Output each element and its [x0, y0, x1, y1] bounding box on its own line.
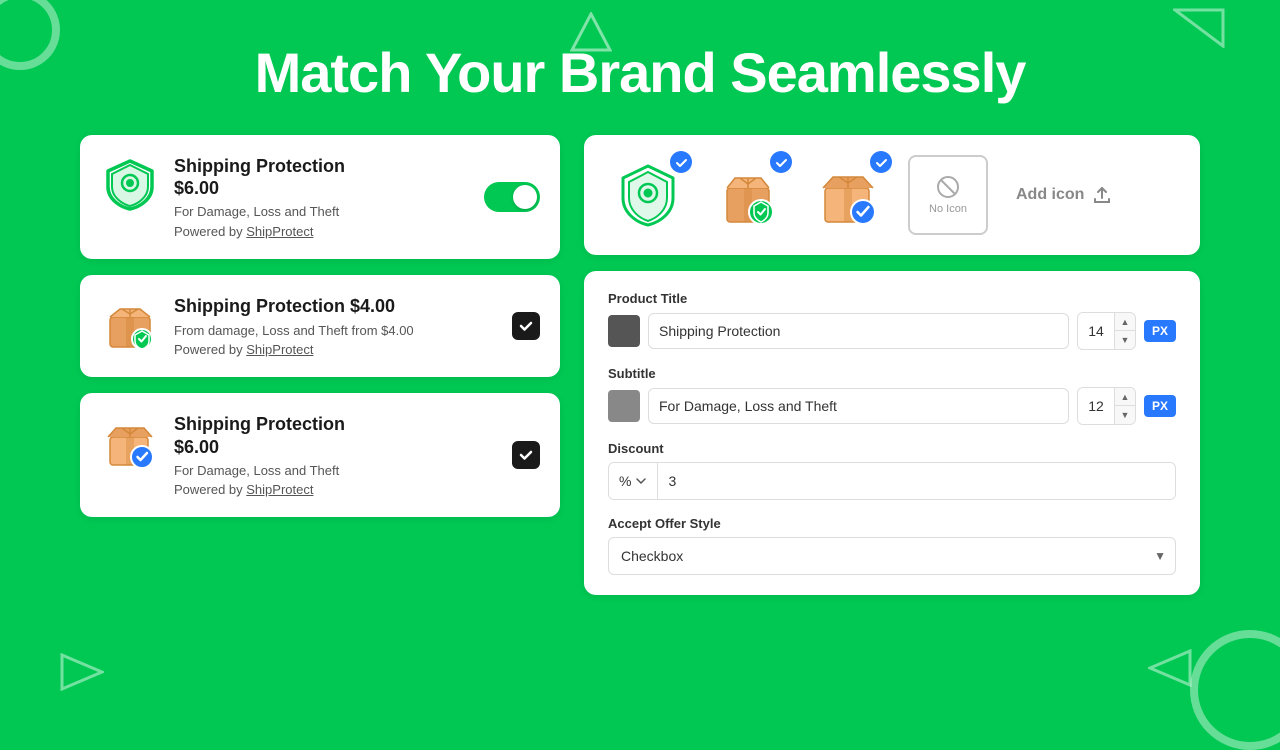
box-shield-option-icon — [713, 160, 783, 230]
no-icon-option[interactable]: No Icon — [908, 155, 988, 235]
accept-offer-select-wrap: Checkbox Toggle Button ▼ — [608, 537, 1176, 575]
card-text: Shipping Protection $6.00 For Damage, Lo… — [174, 155, 470, 239]
accept-offer-field-group: Accept Offer Style Checkbox Toggle Butto… — [608, 516, 1176, 575]
discount-prefix-text: % — [619, 473, 631, 489]
shipprotect-link-3[interactable]: ShipProtect — [246, 482, 313, 497]
right-column: No Icon Add icon Product Title — [584, 135, 1200, 595]
no-icon-symbol — [936, 175, 960, 199]
card-subtitle-3: For Damage, Loss and Theft — [174, 462, 498, 480]
product-title-field-group: Product Title ▲ ▼ PX — [608, 291, 1176, 350]
subtitle-size-wrap: ▲ ▼ — [1077, 387, 1136, 425]
shipprotect-link-1[interactable]: ShipProtect — [246, 224, 313, 239]
product-title-size-wrap: ▲ ▼ — [1077, 312, 1136, 350]
subtitle-size-down[interactable]: ▼ — [1115, 406, 1135, 424]
card-text-3: Shipping Protection $6.00 For Damage, Lo… — [174, 413, 498, 497]
settings-card: Product Title ▲ ▼ PX Subtitle — [584, 271, 1200, 595]
card-powered-2: Powered by ShipProtect — [174, 342, 498, 357]
icon-option-shield[interactable] — [608, 155, 688, 235]
icon-selected-badge-3 — [870, 151, 892, 173]
card-checkbox-1[interactable] — [512, 312, 540, 340]
deco-triangle-bottom-right — [1148, 649, 1192, 692]
accept-offer-label: Accept Offer Style — [608, 516, 1176, 531]
product-title-size-down[interactable]: ▼ — [1115, 331, 1135, 349]
subtitle-unit: PX — [1144, 395, 1176, 417]
subtitle-color-swatch[interactable] — [608, 390, 640, 422]
toggle-wrap[interactable] — [484, 182, 540, 212]
card-row: Shipping Protection $6.00 For Damage, Lo… — [100, 155, 540, 239]
subtitle-row: ▲ ▼ PX — [608, 387, 1176, 425]
check-icon-2 — [518, 447, 534, 463]
shield-icon-wrap — [100, 155, 160, 215]
shipprotect-link-2[interactable]: ShipProtect — [246, 342, 313, 357]
card-price-3: $6.00 — [174, 437, 498, 458]
shield-option-icon — [613, 160, 683, 230]
deco-circle-br — [1190, 630, 1280, 750]
card-title-2: Shipping Protection $4.00 — [174, 295, 498, 318]
subtitle-label: Subtitle — [608, 366, 1176, 381]
page-title: Match Your Brand Seamlessly — [0, 0, 1280, 135]
card-subtitle-1: For Damage, Loss and Theft — [174, 203, 470, 221]
shield-icon — [102, 157, 158, 213]
box-shield-icon-wrap — [100, 295, 160, 355]
card-subtitle-2: From damage, Loss and Theft from $4.00 — [174, 322, 498, 340]
toggle-switch[interactable] — [484, 182, 540, 212]
content-area: Shipping Protection $6.00 For Damage, Lo… — [0, 135, 1280, 595]
card-shipping-checkbox-1: Shipping Protection $4.00 From damage, L… — [80, 275, 560, 378]
card-shipping-toggle: Shipping Protection $6.00 For Damage, Lo… — [80, 135, 560, 259]
box-check-option-icon — [813, 160, 883, 230]
toggle-knob — [513, 185, 537, 209]
icon-picker-card: No Icon Add icon — [584, 135, 1200, 255]
product-title-size-up[interactable]: ▲ — [1115, 313, 1135, 331]
discount-prefix[interactable]: % — [609, 463, 658, 499]
box-check-icon-wrap — [100, 413, 160, 473]
product-title-color-swatch[interactable] — [608, 315, 640, 347]
icon-option-box-check[interactable] — [808, 155, 888, 235]
product-title-label: Product Title — [608, 291, 1176, 306]
product-title-row: ▲ ▼ PX — [608, 312, 1176, 350]
subtitle-size-input[interactable] — [1078, 388, 1114, 424]
check-icon-1 — [518, 318, 534, 334]
upload-icon — [1092, 185, 1112, 205]
deco-triangle-bottom-left — [60, 653, 104, 696]
discount-input[interactable] — [658, 463, 1175, 499]
dropdown-chevron-icon — [635, 475, 647, 487]
box-shield-icon — [100, 295, 160, 355]
discount-field-group: Discount % — [608, 441, 1176, 500]
accept-offer-select[interactable]: Checkbox Toggle Button — [608, 537, 1176, 575]
product-title-size-arrows: ▲ ▼ — [1114, 313, 1135, 349]
product-title-size-input[interactable] — [1078, 313, 1114, 349]
card-checkbox-2[interactable] — [512, 441, 540, 469]
icon-option-box-shield[interactable] — [708, 155, 788, 235]
add-icon-button[interactable]: Add icon — [1008, 177, 1120, 213]
card-row-3: Shipping Protection $6.00 For Damage, Lo… — [100, 413, 540, 497]
left-column: Shipping Protection $6.00 For Damage, Lo… — [80, 135, 560, 595]
card-powered-1: Powered by ShipProtect — [174, 224, 470, 239]
card-powered-3: Powered by ShipProtect — [174, 482, 498, 497]
no-icon-label: No Icon — [929, 203, 967, 215]
subtitle-size-up[interactable]: ▲ — [1115, 388, 1135, 406]
card-title-1: Shipping Protection — [174, 155, 470, 178]
card-price-1: $6.00 — [174, 178, 470, 199]
card-title-3: Shipping Protection — [174, 413, 498, 436]
icon-selected-badge-2 — [770, 151, 792, 173]
subtitle-field-group: Subtitle ▲ ▼ PX — [608, 366, 1176, 425]
product-title-unit: PX — [1144, 320, 1176, 342]
subtitle-size-arrows: ▲ ▼ — [1114, 388, 1135, 424]
discount-row: % — [608, 462, 1176, 500]
box-check-icon — [100, 413, 160, 473]
icon-selected-badge-1 — [670, 151, 692, 173]
card-text-2: Shipping Protection $4.00 From damage, L… — [174, 295, 498, 358]
add-icon-label: Add icon — [1016, 186, 1084, 204]
product-title-input[interactable] — [648, 313, 1069, 349]
card-row-2: Shipping Protection $4.00 From damage, L… — [100, 295, 540, 358]
discount-label: Discount — [608, 441, 1176, 456]
subtitle-input[interactable] — [648, 388, 1069, 424]
card-shipping-checkbox-2: Shipping Protection $6.00 For Damage, Lo… — [80, 393, 560, 517]
